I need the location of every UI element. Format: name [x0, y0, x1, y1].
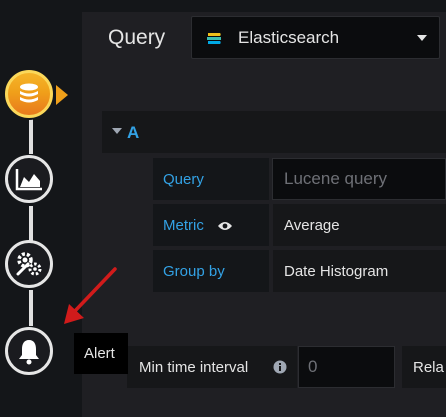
collapse-caret-icon[interactable]	[112, 128, 122, 134]
database-icon	[15, 80, 43, 108]
query-ref-id: A	[127, 123, 140, 142]
bell-icon	[16, 337, 42, 365]
info-icon[interactable]	[273, 360, 287, 379]
metric-value: Average	[284, 217, 340, 234]
eye-icon[interactable]	[217, 219, 233, 237]
annotation-arrow-icon	[60, 266, 120, 333]
elasticsearch-icon	[206, 30, 222, 51]
datasource-name: Elasticsearch	[238, 28, 340, 47]
alert-tooltip-text: Alert	[84, 345, 115, 362]
relative-time-label: Rela	[413, 359, 444, 376]
min-interval-placeholder: 0	[308, 357, 318, 376]
min-interval-label: Min time interval	[139, 359, 249, 376]
lucene-query-placeholder: Lucene query	[284, 169, 388, 188]
nav-step-general[interactable]	[5, 240, 53, 288]
area-chart-icon	[14, 166, 44, 192]
nav-step-visualization[interactable]	[5, 155, 53, 203]
nav-step-alert[interactable]	[5, 327, 53, 375]
nav-connector	[29, 206, 33, 242]
active-step-pointer	[56, 85, 68, 105]
nav-connector	[29, 118, 33, 154]
query-field-label: Query	[163, 171, 204, 188]
caret-down-icon	[417, 35, 427, 41]
gears-icon	[14, 249, 44, 279]
query-heading: Query	[108, 26, 166, 49]
metric-label: Metric	[163, 217, 204, 234]
nav-step-queries[interactable]	[5, 70, 53, 118]
group-by-label: Group by	[163, 263, 225, 280]
nav-connector	[29, 290, 33, 326]
query-row-header[interactable]	[102, 111, 446, 153]
group-by-value: Date Histogram	[284, 263, 389, 280]
editor-nav-rail	[0, 0, 82, 417]
